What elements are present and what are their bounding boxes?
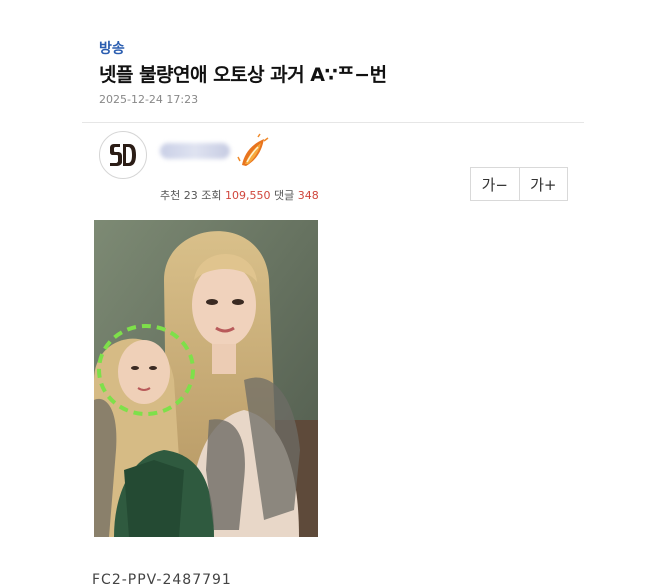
flame-leaf-badge-icon [237,133,269,166]
post-caption: FC2-PPV-2487791 [92,572,232,588]
recommend-label: 추천 [160,189,181,202]
photo-image [94,220,318,537]
font-size-control: 가− 가+ [470,167,568,201]
header-divider [82,122,584,123]
font-decrease-button[interactable]: 가− [471,168,519,200]
views-label: 조회 [201,189,222,202]
padres-sd-logo-icon [110,144,136,166]
post-date: 2025-12-24 17:23 [99,93,199,106]
post-photo[interactable] [94,220,318,537]
views-count: 109,550 [225,189,271,202]
author-name-blurred[interactable] [160,143,230,159]
comments-label: 댓글 [274,189,295,202]
category-label[interactable]: 방송 [99,38,125,58]
post-title: 넷플 불량연애 오토상 과거 A∵ᄑ−번 [99,64,387,86]
author-avatar[interactable] [99,131,147,179]
post-stats: 추천 23 조회 109,550 댓글 348 [160,187,319,203]
font-increase-button[interactable]: 가+ [518,168,567,200]
comments-count: 348 [297,189,319,202]
recommend-count: 23 [183,189,198,202]
